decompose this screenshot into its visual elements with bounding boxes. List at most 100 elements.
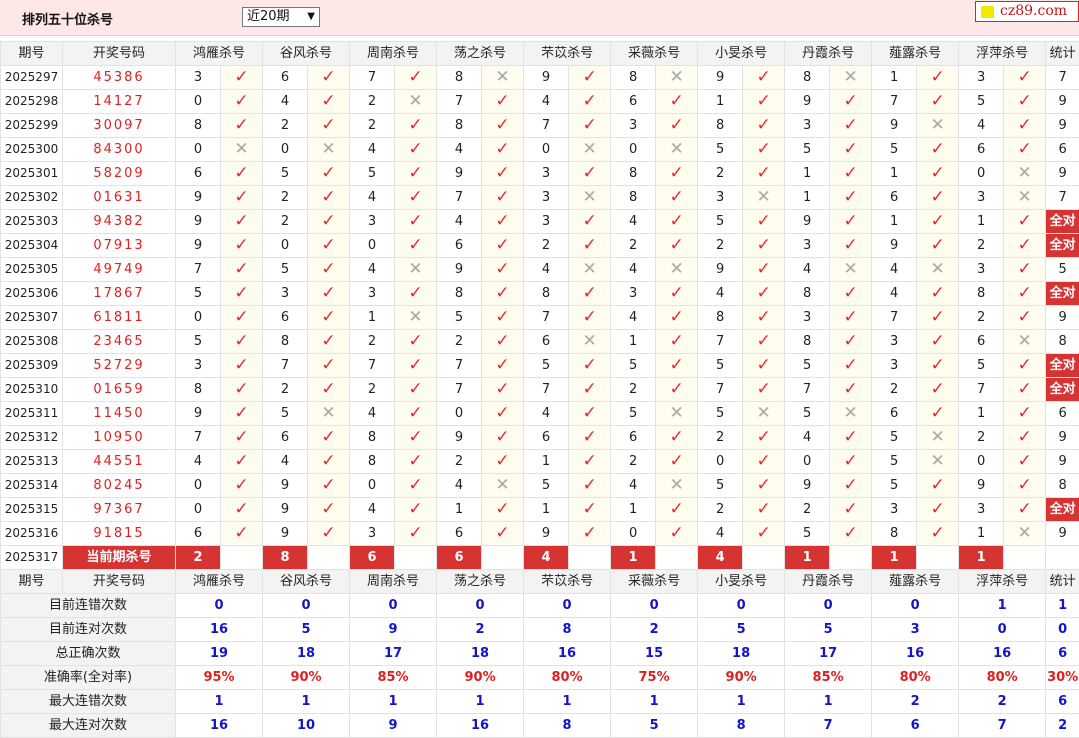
table-row: 2025316918156✓9✓3✓6✓9✓0✓4✓5✓8✓1✕9 (1, 522, 1079, 546)
check-icon: ✓ (221, 162, 263, 186)
check-icon: ✓ (743, 138, 785, 162)
stat-label: 目前连错次数 (1, 594, 176, 618)
cross-icon: ✕ (395, 258, 437, 282)
col-header-period: 期号 (1, 42, 63, 66)
check-icon: ✓ (569, 450, 611, 474)
cross-icon: ✕ (656, 474, 698, 498)
kill-number-cell: 7 (524, 378, 569, 402)
chevron-down-icon: ▼ (307, 8, 315, 26)
stat-label: 最大连对次数 (1, 714, 176, 738)
stat-value: 5 (785, 618, 872, 642)
stat-value: 0 (611, 594, 698, 618)
kill-number-cell: 9 (437, 258, 482, 282)
kill-number-cell: 3 (785, 234, 830, 258)
kill-number-cell: 1 (872, 66, 917, 90)
col-header-expert: 鸿雁杀号 (176, 570, 263, 594)
check-icon: ✓ (308, 522, 350, 546)
kill-number-cell: 7 (437, 378, 482, 402)
check-icon: ✓ (1004, 90, 1046, 114)
site-logo[interactable]: cz89.com (975, 1, 1079, 22)
current-kill-number: 8 (263, 546, 308, 570)
check-icon: ✓ (917, 66, 959, 90)
kill-number-cell: 5 (263, 258, 308, 282)
kill-number-cell: 6 (611, 90, 656, 114)
kill-number-cell: 8 (350, 426, 395, 450)
cross-icon: ✕ (569, 330, 611, 354)
stat-value: 16 (176, 714, 263, 738)
check-icon: ✓ (569, 378, 611, 402)
kill-number-cell: 7 (959, 378, 1004, 402)
kill-number-cell: 6 (872, 402, 917, 426)
check-icon: ✓ (482, 114, 524, 138)
check-icon: ✓ (308, 426, 350, 450)
kill-number-cell: 2 (959, 234, 1004, 258)
check-icon: ✓ (221, 450, 263, 474)
check-icon: ✓ (656, 354, 698, 378)
cross-icon: ✕ (656, 66, 698, 90)
table-row: 2025299300978✓2✓2✓8✓7✓3✓8✓3✓9✕4✓9 (1, 114, 1079, 138)
stat-value: 10 (263, 714, 350, 738)
stat-total-value: 30% (1046, 666, 1079, 690)
draw-number-cell: 01631 (63, 186, 176, 210)
check-icon: ✓ (917, 186, 959, 210)
check-icon: ✓ (656, 234, 698, 258)
check-icon: ✓ (743, 282, 785, 306)
kill-number-cell: 9 (698, 66, 743, 90)
check-icon: ✓ (830, 234, 872, 258)
stat-value: 15 (611, 642, 698, 666)
check-icon: ✓ (482, 378, 524, 402)
kill-number-cell: 7 (350, 354, 395, 378)
kill-number-cell: 4 (872, 258, 917, 282)
check-icon: ✓ (917, 522, 959, 546)
check-icon: ✓ (656, 306, 698, 330)
kill-number-cell: 3 (959, 498, 1004, 522)
check-icon: ✓ (917, 162, 959, 186)
cross-icon: ✕ (917, 450, 959, 474)
stat-value: 1 (176, 690, 263, 714)
empty-cell (1004, 546, 1046, 570)
check-icon: ✓ (743, 258, 785, 282)
kill-number-cell: 6 (959, 330, 1004, 354)
kill-number-cell: 9 (872, 114, 917, 138)
kill-number-cell: 3 (176, 66, 221, 90)
period-range-select[interactable]: 近20期 ▼ (242, 7, 320, 27)
check-icon: ✓ (482, 282, 524, 306)
stat-row: 最大连错次数11111111226 (1, 690, 1079, 714)
check-icon: ✓ (569, 474, 611, 498)
check-icon: ✓ (308, 306, 350, 330)
check-icon: ✓ (221, 330, 263, 354)
cross-icon: ✕ (482, 66, 524, 90)
check-icon: ✓ (395, 138, 437, 162)
kill-number-cell: 4 (263, 90, 308, 114)
kill-number-cell: 7 (437, 354, 482, 378)
kill-number-cell: 9 (524, 66, 569, 90)
check-icon: ✓ (1004, 282, 1046, 306)
kill-number-cell: 1 (959, 522, 1004, 546)
table-row: 2025312109507✓6✓8✓9✓6✓6✓2✓4✓5✕2✓9 (1, 426, 1079, 450)
kill-number-cell: 7 (437, 186, 482, 210)
check-icon: ✓ (830, 354, 872, 378)
kill-number-cell: 0 (263, 234, 308, 258)
kill-number-cell: 8 (437, 66, 482, 90)
stat-value: 18 (437, 642, 524, 666)
check-icon: ✓ (743, 330, 785, 354)
col-header-expert: 薤露杀号 (872, 42, 959, 66)
check-icon: ✓ (308, 66, 350, 90)
check-icon: ✓ (221, 90, 263, 114)
table-row: 2025308234655✓8✓2✓2✓6✕1✓7✓8✓3✓6✕8 (1, 330, 1079, 354)
draw-number-cell: 84300 (63, 138, 176, 162)
check-icon: ✓ (830, 498, 872, 522)
period-cell: 2025310 (1, 378, 63, 402)
empty-cell (1046, 546, 1079, 570)
check-icon: ✓ (743, 90, 785, 114)
kill-number-cell: 2 (524, 234, 569, 258)
cross-icon: ✕ (743, 402, 785, 426)
table-row: 2025302016319✓2✓4✓7✓3✕8✓3✕1✓6✓3✕7 (1, 186, 1079, 210)
kill-number-cell: 0 (611, 522, 656, 546)
empty-cell (569, 546, 611, 570)
check-icon: ✓ (743, 522, 785, 546)
stat-value: 17 (350, 642, 437, 666)
kill-number-cell: 9 (698, 258, 743, 282)
check-icon: ✓ (830, 90, 872, 114)
check-icon: ✓ (917, 234, 959, 258)
